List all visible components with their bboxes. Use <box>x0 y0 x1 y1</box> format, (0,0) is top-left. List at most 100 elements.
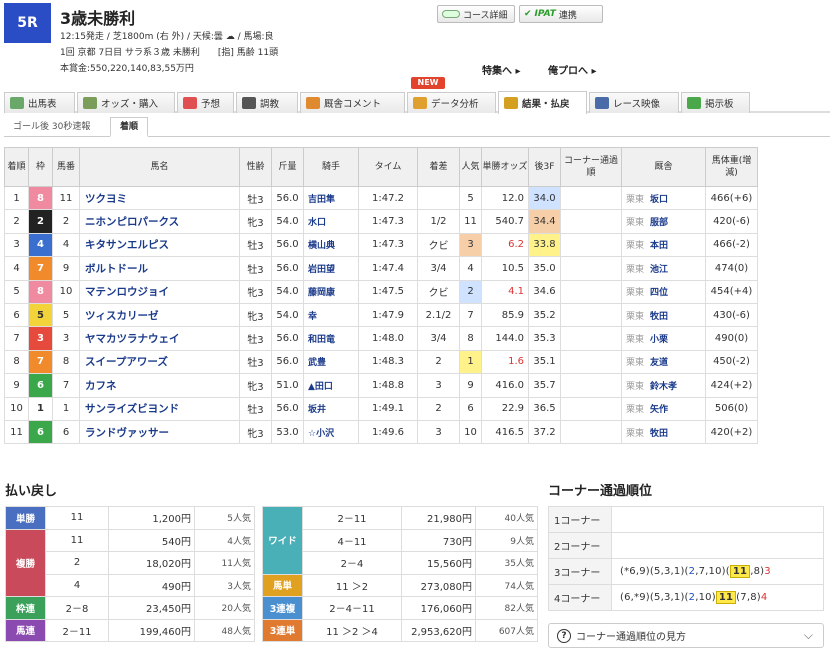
special-feature-link[interactable]: 特集へ ▸ <box>482 62 521 77</box>
trainer[interactable]: 栗東 鈴木孝 <box>621 373 706 398</box>
trainer[interactable]: 栗東 小栗 <box>621 326 706 351</box>
jockey-link[interactable]: ▲田口 <box>303 373 359 398</box>
finish-time: 1:49.6 <box>358 419 418 445</box>
horse-name-link[interactable]: マテンロウジョイ <box>79 279 240 304</box>
payout-row: 単勝 11 1,200円 5人気 <box>5 506 255 530</box>
tab-coins[interactable]: 結果・払戻 <box>498 91 587 114</box>
jockey-link[interactable]: 幸 <box>303 302 359 328</box>
win-odds: 416.0 <box>481 373 529 398</box>
tab-label: 予想 <box>201 99 221 110</box>
horse-name-link[interactable]: ニホンピロパークス <box>79 209 240 234</box>
ipat-link-button[interactable]: ✔ IPAT 連携 <box>519 5 603 23</box>
chevron-down-icon: ⌵ <box>803 628 813 642</box>
horse-name-link[interactable]: サンライズビヨンド <box>79 396 240 421</box>
last-3f: 36.5 <box>528 396 561 421</box>
jockey-link[interactable]: 吉田隼 <box>303 185 359 211</box>
column-header: 騎手 <box>303 147 359 187</box>
trainer-location: 栗東 <box>626 288 645 299</box>
trainer-name[interactable]: 四位 <box>650 288 668 298</box>
payout-combination: 2 <box>45 551 109 575</box>
jockey-link[interactable]: 藤岡康 <box>303 279 359 304</box>
finish-time: 1:47.4 <box>358 256 418 281</box>
payout-popularity: 3人気 <box>194 573 255 597</box>
course-detail-button[interactable]: コース詳細 <box>437 5 515 23</box>
trainer-name[interactable]: 牧田 <box>650 429 668 439</box>
subtab-goal-after[interactable]: ゴール後 30秒速報 <box>13 119 90 132</box>
ore-pro-link[interactable]: 俺プロへ ▸ <box>548 62 597 77</box>
horse-weight: 420(+2) <box>705 419 758 445</box>
jockey-link[interactable]: 和田竜 <box>303 326 359 351</box>
tab-table[interactable]: 出馬表 <box>4 92 75 113</box>
horse-name-link[interactable]: ボルトドール <box>79 256 240 281</box>
tab-bar-chart[interactable]: データ分析 <box>407 92 496 113</box>
trainer[interactable]: 栗東 矢作 <box>621 396 706 421</box>
win-odds: 6.2 <box>481 232 529 258</box>
margin: 2.1/2 <box>417 302 460 328</box>
horse-name-link[interactable]: ツィスカリーゼ <box>79 302 240 328</box>
jockey-link[interactable]: 横山典 <box>303 232 359 258</box>
sex-age: 牝3 <box>239 419 272 445</box>
corner-label: 2コーナー <box>548 532 612 559</box>
odds-icon <box>83 97 97 109</box>
trainer-name[interactable]: 矢作 <box>650 405 668 415</box>
tab-odds[interactable]: オッズ・購入 <box>77 92 175 113</box>
popularity: 9 <box>459 373 482 398</box>
race-number-badge: 5R <box>4 3 51 43</box>
horse-name-link[interactable]: スイープアワーズ <box>79 349 240 375</box>
gate-number: 8 <box>28 279 53 304</box>
trainer[interactable]: 栗東 坂口 <box>621 185 706 211</box>
jockey-link[interactable]: 坂井 <box>303 396 359 421</box>
tab-stable[interactable]: 厩舎コメント <box>300 92 405 113</box>
trainer[interactable]: 栗東 牧田 <box>621 419 706 445</box>
trainer[interactable]: 栗東 池江 <box>621 256 706 281</box>
trainer-name[interactable]: 友道 <box>650 358 668 368</box>
popularity: 10 <box>459 419 482 445</box>
margin: 1/2 <box>417 209 460 234</box>
result-row: 9 6 7 カフネ 牝3 51.0 ▲田口 1:48.8 3 9 416.0 35.7 栗東 鈴木孝 424… <box>4 373 758 398</box>
tab-video[interactable]: レース映像 <box>589 92 679 113</box>
corner-last-marker: 4 <box>760 592 768 603</box>
trainer[interactable]: 栗東 本田 <box>621 232 706 258</box>
trainer-name[interactable]: 本田 <box>650 241 668 251</box>
finish-position: 5 <box>4 279 29 304</box>
trainer-name[interactable]: 坂口 <box>650 195 668 205</box>
corner-order <box>560 419 622 445</box>
gate-number: 6 <box>28 373 53 398</box>
sex-age: 牡3 <box>239 396 272 421</box>
payout-popularity: 35人気 <box>475 551 538 575</box>
tab-chat[interactable]: 掲示板 <box>681 92 750 113</box>
corner-order <box>560 185 622 211</box>
corner-help-link[interactable]: ? コーナー通過順位の見方 ⌵ <box>548 623 824 648</box>
margin: クビ <box>417 232 460 258</box>
trainer-name[interactable]: 服部 <box>650 218 668 228</box>
trainer[interactable]: 栗東 友道 <box>621 349 706 375</box>
trainer-name[interactable]: 小栗 <box>650 335 668 345</box>
tab-target[interactable]: 予想 <box>177 92 234 113</box>
corner-table: 1コーナー 2コーナー 3コーナー (*6,9)(5,3,1)(2,7,10)(… <box>548 506 824 611</box>
trainer-name[interactable]: 池江 <box>650 265 668 275</box>
win-odds: 10.5 <box>481 256 529 281</box>
horse-name-link[interactable]: キタサンエルピス <box>79 232 240 258</box>
trainer-name[interactable]: 鈴木孝 <box>650 382 677 392</box>
jockey-link[interactable]: 岩田望 <box>303 256 359 281</box>
bet-type-label: 馬連 <box>5 618 46 642</box>
trainer[interactable]: 栗東 牧田 <box>621 302 706 328</box>
horse-name-link[interactable]: ランドヴァッサー <box>79 419 240 445</box>
jockey-link[interactable]: 水口 <box>303 209 359 234</box>
subtab-order[interactable]: 着順 <box>110 117 148 137</box>
target-icon <box>183 97 197 109</box>
trainer[interactable]: 栗東 四位 <box>621 279 706 304</box>
horse-weight: 430(-6) <box>705 302 758 328</box>
finish-time: 1:47.3 <box>358 232 418 258</box>
horse-name-link[interactable]: ヤマカツラナウェイ <box>79 326 240 351</box>
finish-time: 1:47.9 <box>358 302 418 328</box>
horse-name-link[interactable]: カフネ <box>79 373 240 398</box>
gate-number: 5 <box>28 302 53 328</box>
jockey-link[interactable]: 武豊 <box>303 349 359 375</box>
tab-stopwatch[interactable]: 調教 <box>236 92 298 113</box>
jockey-link[interactable]: ☆小沢 <box>303 419 359 445</box>
horse-name-link[interactable]: ツクヨミ <box>79 185 240 211</box>
trainer-name[interactable]: 牧田 <box>650 312 668 322</box>
trainer[interactable]: 栗東 服部 <box>621 209 706 234</box>
horse-weight: 424(+2) <box>705 373 758 398</box>
